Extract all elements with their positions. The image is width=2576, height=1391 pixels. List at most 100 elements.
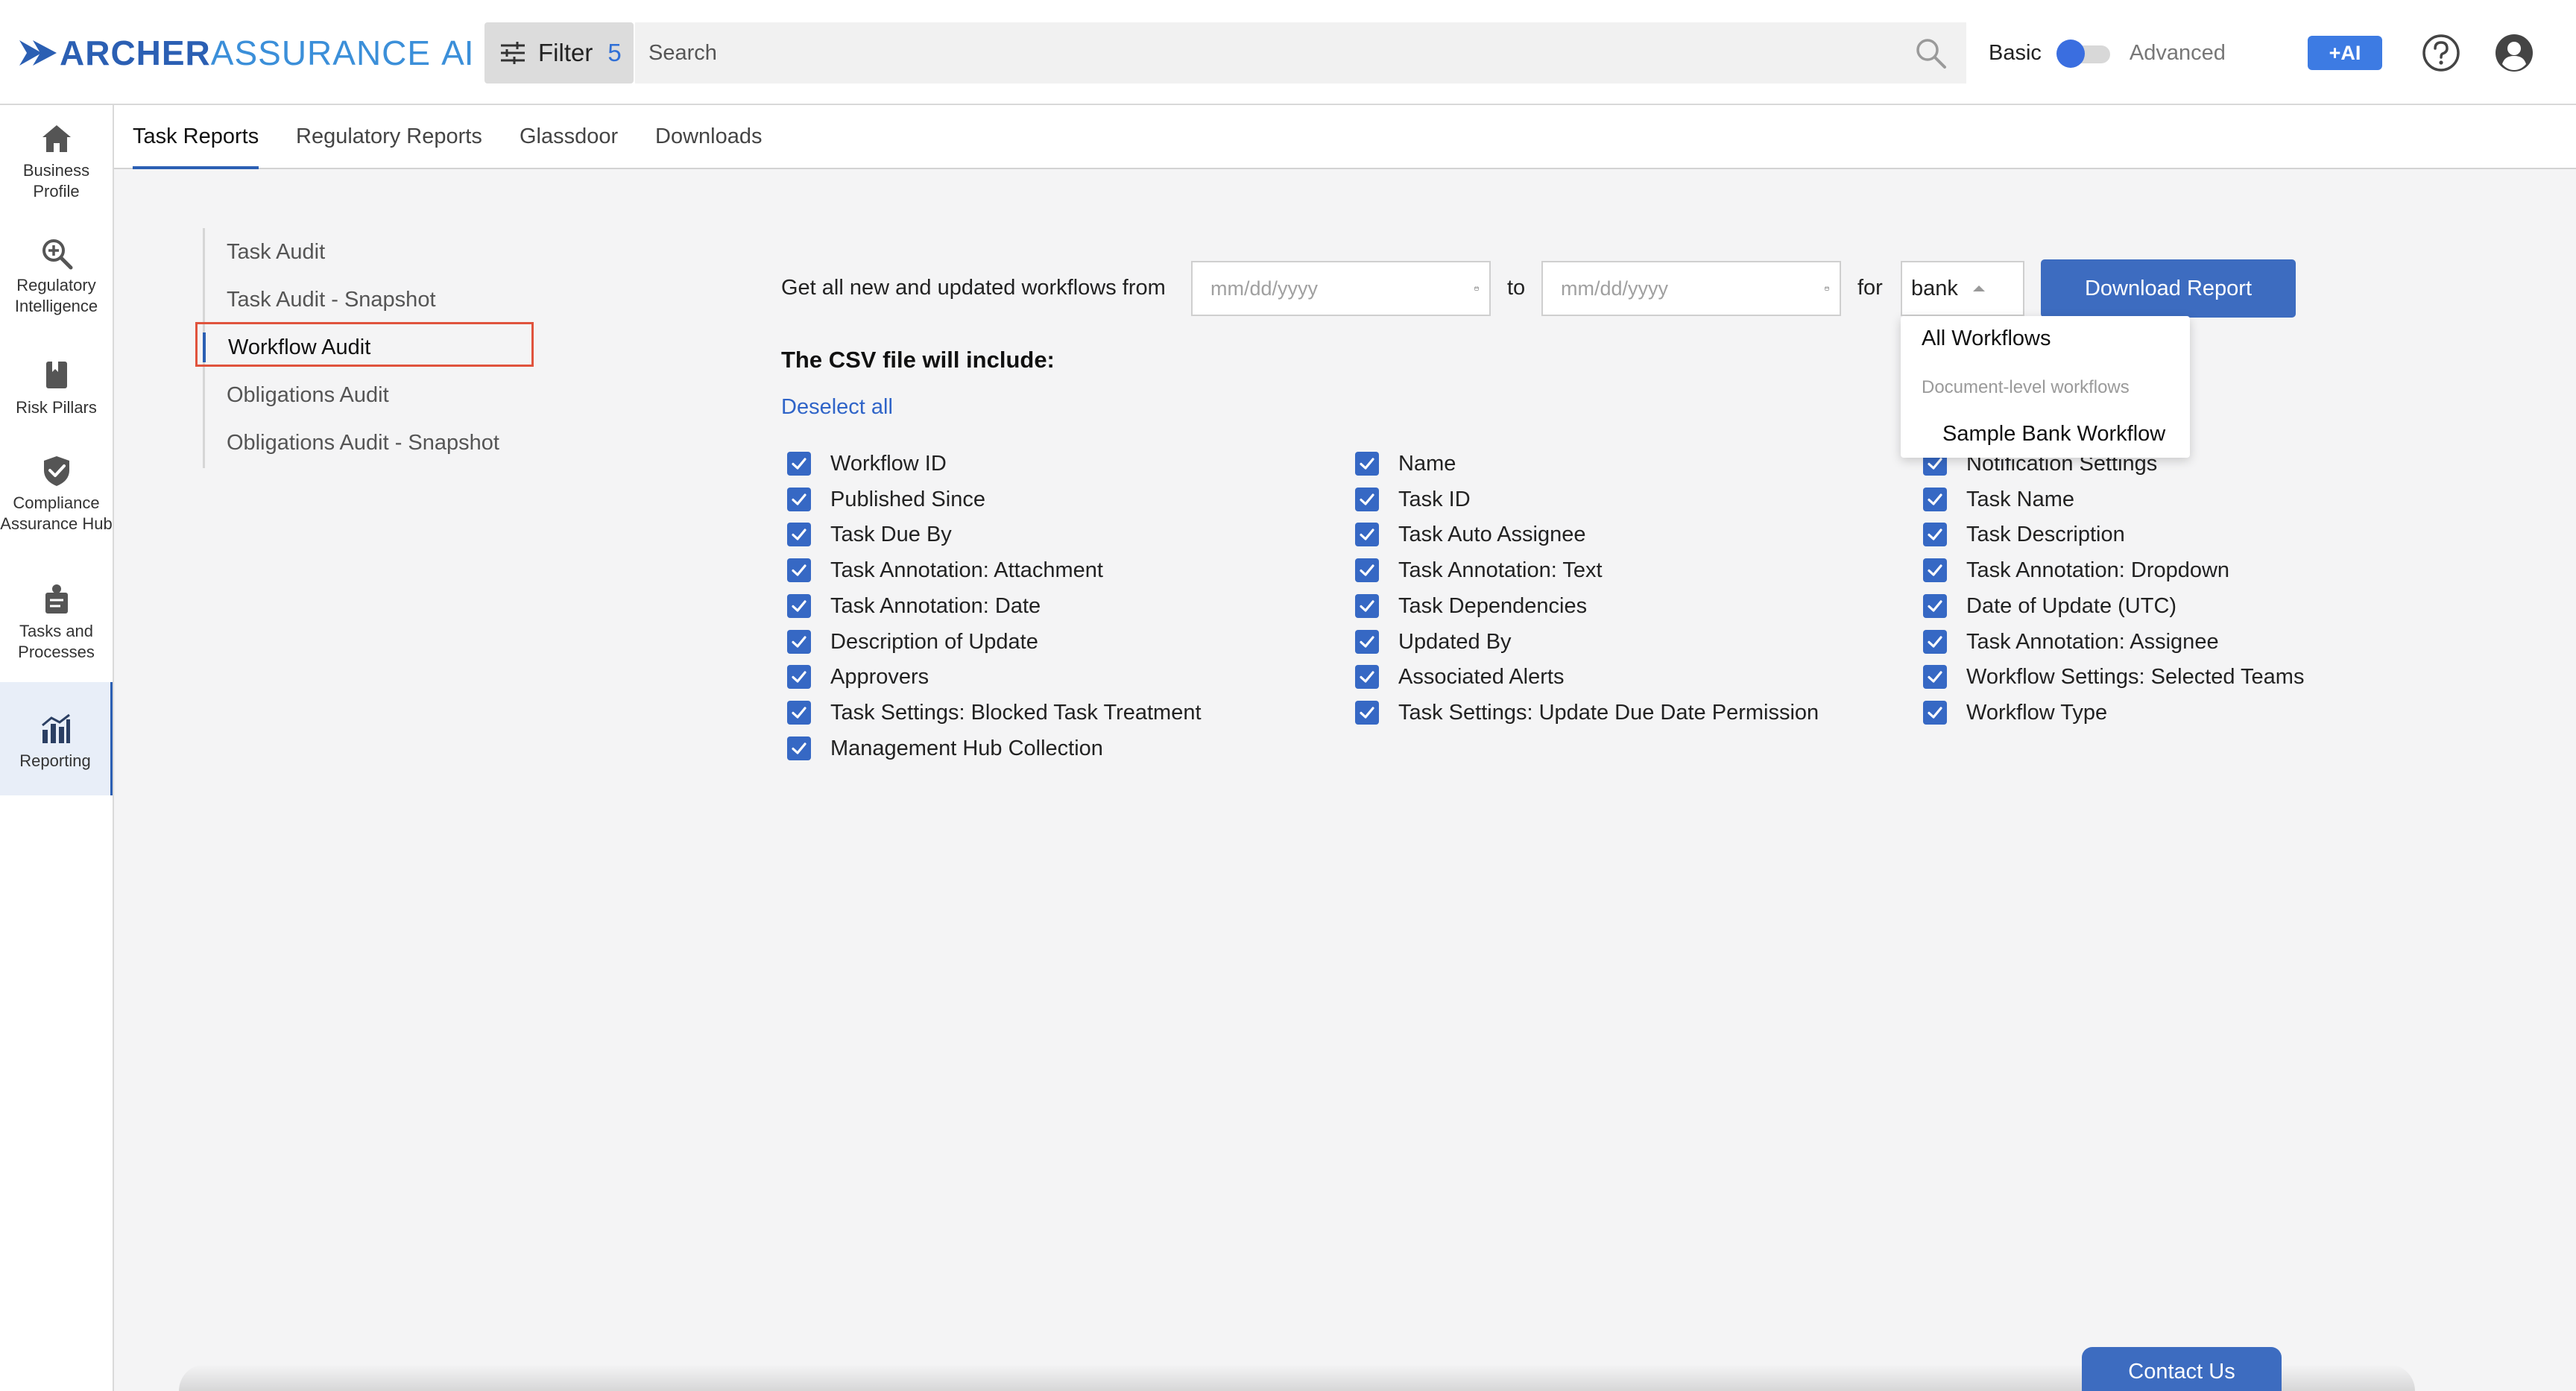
checkbox-checked-icon[interactable] xyxy=(787,488,811,511)
checkbox-checked-icon[interactable] xyxy=(787,558,811,582)
book-icon xyxy=(45,362,67,388)
tab-glassdoor[interactable]: Glassdoor xyxy=(520,105,618,169)
csv-field-checkbox-item[interactable]: Task ID xyxy=(1355,485,1471,514)
checkbox-checked-icon[interactable] xyxy=(1355,594,1379,618)
sub-nav-obligations-audit-snapshot[interactable]: Obligations Audit - Snapshot xyxy=(227,428,499,458)
csv-field-label: Task Annotation: Dropdown xyxy=(1966,558,2230,582)
checkbox-checked-icon[interactable] xyxy=(1923,558,1947,582)
sub-nav-task-audit-snapshot[interactable]: Task Audit - Snapshot xyxy=(227,285,436,315)
checkbox-checked-icon[interactable] xyxy=(1923,701,1947,725)
csv-field-label: Task Annotation: Assignee xyxy=(1966,629,2219,654)
download-report-button[interactable]: Download Report xyxy=(2041,259,2296,318)
date-to-field[interactable] xyxy=(1541,261,1841,316)
checkbox-checked-icon[interactable] xyxy=(1923,594,1947,618)
checkbox-checked-icon[interactable] xyxy=(1923,630,1947,654)
csv-field-checkbox-item[interactable]: Description of Update xyxy=(787,627,1038,657)
csv-field-checkbox-item[interactable]: Task Annotation: Dropdown xyxy=(1923,555,2229,585)
logo-chevron-icon xyxy=(19,40,57,66)
checkbox-checked-icon[interactable] xyxy=(1923,523,1947,546)
checkbox-checked-icon[interactable] xyxy=(1355,488,1379,511)
sliders-icon xyxy=(501,42,525,64)
shield-check-icon xyxy=(43,456,69,486)
rail-item-compliance-assurance-hub[interactable]: Compliance Assurance Hub xyxy=(0,454,113,534)
checkbox-checked-icon[interactable] xyxy=(1355,630,1379,654)
checkbox-checked-icon[interactable] xyxy=(1355,701,1379,725)
csv-field-checkbox-item[interactable]: Management Hub Collection xyxy=(787,734,1103,763)
checkbox-checked-icon[interactable] xyxy=(787,736,811,760)
checkbox-checked-icon[interactable] xyxy=(787,452,811,476)
dropdown-option-sample-bank-workflow[interactable]: Sample Bank Workflow xyxy=(1942,422,2165,447)
csv-field-checkbox-item[interactable]: Workflow ID xyxy=(787,449,947,479)
csv-field-checkbox-item[interactable]: Approvers xyxy=(787,662,929,692)
csv-field-checkbox-item[interactable]: Workflow Settings: Selected Teams xyxy=(1923,662,2304,692)
search-icon[interactable] xyxy=(1913,35,1948,71)
calendar-icon[interactable] xyxy=(1474,274,1479,303)
csv-field-checkbox-item[interactable]: Task Name xyxy=(1923,485,2074,514)
logo-text-bold: ARCHER xyxy=(60,34,211,72)
checkbox-checked-icon[interactable] xyxy=(787,630,811,654)
date-from-input[interactable] xyxy=(1210,277,1474,300)
csv-field-checkbox-item[interactable]: Task Annotation: Date xyxy=(787,591,1041,621)
contact-us-button[interactable]: Contact Us xyxy=(2082,1347,2282,1391)
sub-nav-task-audit[interactable]: Task Audit xyxy=(227,237,325,267)
csv-field-checkbox-item[interactable]: Updated By xyxy=(1355,627,1512,657)
csv-field-checkbox-item[interactable]: Name xyxy=(1355,449,1456,479)
date-from-field[interactable] xyxy=(1191,261,1491,316)
checkbox-checked-icon[interactable] xyxy=(787,701,811,725)
dropdown-group-label: Document-level workflows xyxy=(1922,377,2130,397)
report-tabs: Task Reports Regulatory Reports Glassdoo… xyxy=(114,105,2576,169)
rail-label-compliance-assurance-hub: Compliance Assurance Hub xyxy=(0,493,113,533)
csv-field-checkbox-item[interactable]: Task Annotation: Text xyxy=(1355,555,1603,585)
csv-field-checkbox-item[interactable]: Task Settings: Blocked Task Treatment xyxy=(787,698,1202,728)
csv-field-checkbox-item[interactable]: Task Dependencies xyxy=(1355,591,1587,621)
search-input[interactable] xyxy=(648,40,1913,66)
csv-field-checkbox-item[interactable]: Task Auto Assignee xyxy=(1355,520,1586,549)
archer-logo[interactable]: ARCHER ASSURANCE AI xyxy=(19,34,474,72)
checkbox-checked-icon[interactable] xyxy=(1923,665,1947,689)
help-icon[interactable] xyxy=(2421,33,2461,73)
csv-field-checkbox-item[interactable]: Task Settings: Update Due Date Permissio… xyxy=(1355,698,1819,728)
user-account-icon[interactable] xyxy=(2494,33,2534,73)
tab-downloads[interactable]: Downloads xyxy=(655,105,762,169)
deselect-all-link[interactable]: Deselect all xyxy=(781,395,893,420)
tab-regulatory-reports[interactable]: Regulatory Reports xyxy=(296,105,482,169)
csv-field-checkbox-item[interactable]: Date of Update (UTC) xyxy=(1923,591,2176,621)
tab-task-reports[interactable]: Task Reports xyxy=(133,105,259,169)
workflow-select[interactable]: bank xyxy=(1901,261,2024,316)
rail-item-reporting[interactable]: Reporting xyxy=(0,682,113,795)
csv-field-checkbox-item[interactable]: Task Description xyxy=(1923,520,2125,549)
dropdown-option-all-workflows[interactable]: All Workflows xyxy=(1922,327,2051,351)
mode-basic-label[interactable]: Basic xyxy=(1989,41,2042,66)
calendar-icon[interactable] xyxy=(1825,274,1829,303)
checkbox-checked-icon[interactable] xyxy=(787,665,811,689)
csv-section-title: The CSV file will include: xyxy=(781,347,1055,373)
rail-item-risk-pillars[interactable]: Risk Pillars xyxy=(0,359,113,418)
checkbox-checked-icon[interactable] xyxy=(1355,665,1379,689)
rail-label-business-profile: Business Profile xyxy=(22,161,90,201)
rail-item-business-profile[interactable]: Business Profile xyxy=(0,122,113,202)
rail-item-tasks-and-processes[interactable]: Tasks and Processes xyxy=(0,582,113,663)
selection-highlight-box xyxy=(195,322,534,367)
mode-toggle[interactable] xyxy=(2056,38,2113,68)
csv-field-checkbox-item[interactable]: Task Annotation: Assignee xyxy=(1923,627,2219,657)
csv-field-label: Workflow ID xyxy=(830,451,947,476)
date-to-input[interactable] xyxy=(1561,277,1825,300)
ai-button[interactable]: +AI xyxy=(2308,36,2382,70)
checkbox-checked-icon[interactable] xyxy=(787,594,811,618)
checkbox-checked-icon[interactable] xyxy=(1923,488,1947,511)
checkbox-checked-icon[interactable] xyxy=(787,523,811,546)
checkbox-checked-icon[interactable] xyxy=(1355,558,1379,582)
csv-field-checkbox-item[interactable]: Task Due By xyxy=(787,520,952,549)
csv-field-checkbox-item[interactable]: Workflow Type xyxy=(1923,698,2107,728)
checkbox-checked-icon[interactable] xyxy=(1355,452,1379,476)
csv-field-checkbox-item[interactable]: Published Since xyxy=(787,485,985,514)
csv-field-checkbox-item[interactable]: Task Annotation: Attachment xyxy=(787,555,1103,585)
rail-item-regulatory-intelligence[interactable]: Regulatory Intelligence xyxy=(0,236,113,317)
filter-button[interactable]: Filter 5 xyxy=(484,22,634,83)
csv-field-label: Task Due By xyxy=(830,522,952,546)
checkbox-checked-icon[interactable] xyxy=(1355,523,1379,546)
csv-field-checkbox-item[interactable]: Associated Alerts xyxy=(1355,662,1564,692)
csv-field-label: Workflow Settings: Selected Teams xyxy=(1966,664,2305,689)
mode-advanced-label[interactable]: Advanced xyxy=(2130,41,2226,66)
sub-nav-obligations-audit[interactable]: Obligations Audit xyxy=(227,380,389,410)
